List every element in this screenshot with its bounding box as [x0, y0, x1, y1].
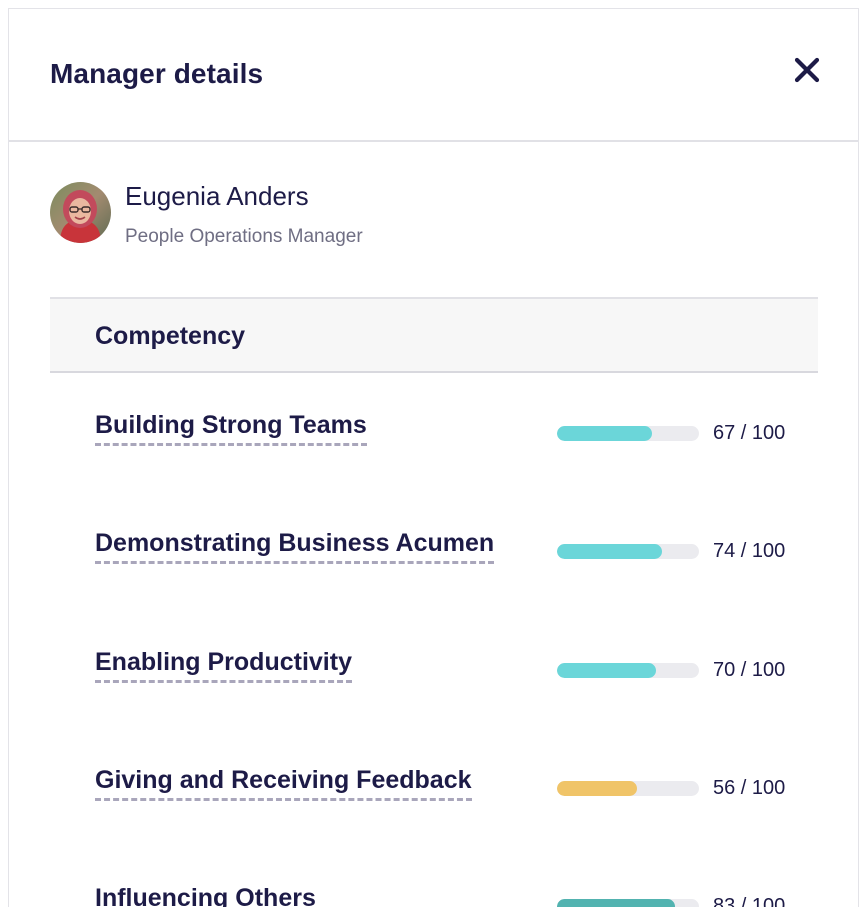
- manager-profile: Eugenia Anders People Operations Manager: [50, 181, 810, 261]
- score-bar-fill: [557, 899, 675, 907]
- panel-title: Manager details: [50, 58, 264, 89]
- manager-role: People Operations Manager: [125, 226, 363, 247]
- score-bar-fill: [557, 781, 637, 796]
- score-bar-fill: [557, 544, 663, 559]
- competency-label[interactable]: Giving and Receiving Feedback: [95, 764, 472, 801]
- competency-label[interactable]: Building Strong Teams: [95, 409, 367, 446]
- competency-row: Building Strong Teams 67 / 100: [50, 409, 818, 469]
- score-text: 70 / 100: [713, 659, 786, 681]
- manager-name: Eugenia Anders: [125, 181, 309, 211]
- competency-table-header: Competency: [50, 297, 818, 373]
- competency-row: Demonstrating Business Acumen 74 / 100: [50, 527, 818, 587]
- score-bar-fill: [557, 663, 657, 678]
- competency-label[interactable]: Demonstrating Business Acumen: [95, 527, 495, 564]
- competency-row: Influencing Others 83 / 100: [50, 882, 818, 907]
- score-text: 74 / 100: [713, 540, 786, 562]
- score-text: 56 / 100: [713, 777, 786, 799]
- competency-row: Enabling Productivity 70 / 100: [50, 646, 818, 706]
- score-bar: [557, 781, 699, 796]
- score-bar: [557, 426, 699, 441]
- close-button[interactable]: [790, 53, 824, 87]
- score-bar-fill: [557, 426, 653, 441]
- score-bar: [557, 899, 699, 907]
- avatar: [50, 182, 111, 243]
- score-text: 83 / 100: [713, 895, 786, 907]
- competency-label[interactable]: Influencing Others: [95, 882, 316, 907]
- competency-column-header: Competency: [95, 322, 246, 350]
- competency-label[interactable]: Enabling Productivity: [95, 646, 352, 683]
- competency-row: Giving and Receiving Feedback 56 / 100: [50, 764, 818, 824]
- score-text: 67 / 100: [713, 422, 786, 444]
- score-bar: [557, 544, 699, 559]
- close-icon: [794, 57, 820, 83]
- manager-details-panel: Manager details Eugenia Anders People Op…: [8, 8, 859, 907]
- score-bar: [557, 663, 699, 678]
- panel-header: Manager details: [9, 9, 858, 142]
